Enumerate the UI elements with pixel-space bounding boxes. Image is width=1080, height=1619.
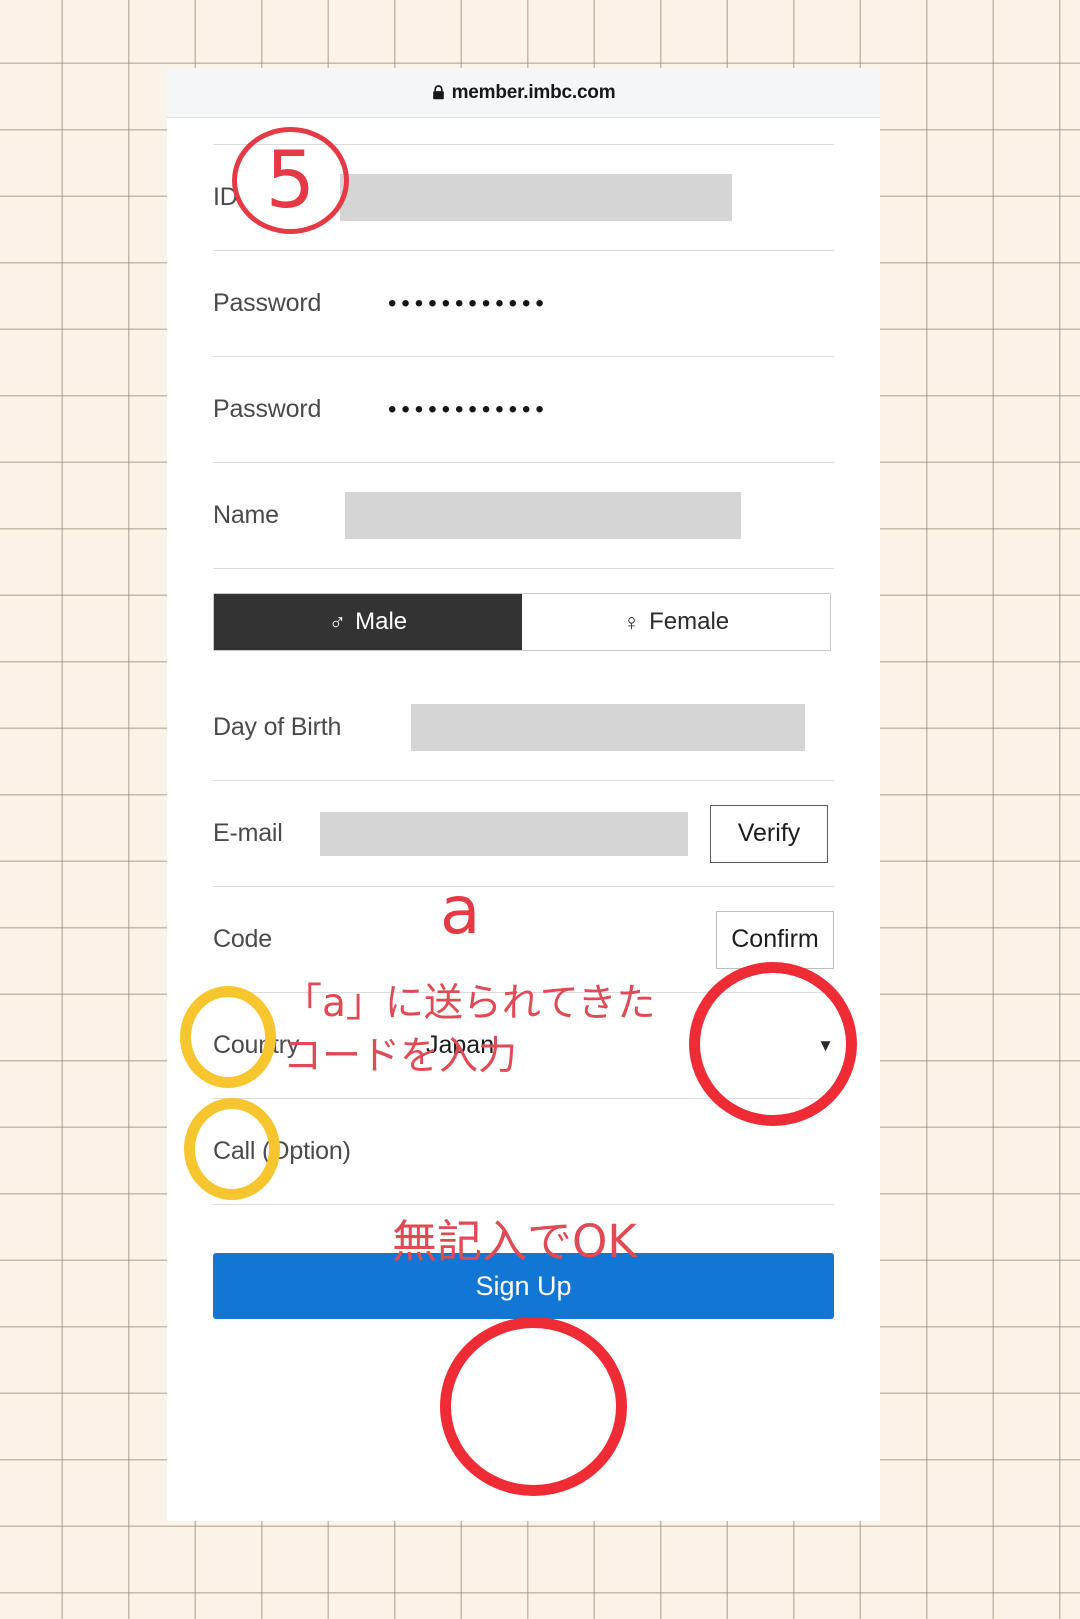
field-row-country[interactable]: Country Japan ▼ xyxy=(213,993,834,1099)
field-label-country: Country xyxy=(213,1031,300,1059)
confirm-button[interactable]: Confirm xyxy=(716,910,834,969)
gender-option-female-label: Female xyxy=(649,608,730,635)
code-input[interactable] xyxy=(388,916,710,963)
field-label-password-confirm: Password xyxy=(213,395,322,423)
call-input[interactable] xyxy=(403,1128,703,1175)
id-input[interactable] xyxy=(340,174,732,221)
field-label-email: E-mail xyxy=(213,819,283,847)
gender-option-female[interactable]: ♀ Female xyxy=(522,594,830,650)
female-symbol-icon: ♀ xyxy=(622,608,641,635)
browser-url-bar[interactable]: member.imbc.com xyxy=(167,68,880,118)
field-row-name: Name xyxy=(213,463,834,569)
gender-option-male[interactable]: ♂ Male xyxy=(214,594,522,650)
field-label-day-of-birth: Day of Birth xyxy=(213,713,342,741)
field-label-id: ID xyxy=(213,183,238,211)
browser-window-card: member.imbc.com ID Password ••••••••••••… xyxy=(167,68,880,1521)
url-text: member.imbc.com xyxy=(451,81,616,103)
country-select-value[interactable]: Japan xyxy=(426,1031,494,1060)
lock-icon xyxy=(432,85,445,100)
field-row-code: Code Confirm xyxy=(213,887,834,993)
name-input[interactable] xyxy=(345,492,741,539)
chevron-down-icon[interactable]: ▼ xyxy=(817,1036,834,1056)
field-row-id: ID xyxy=(213,145,834,251)
password-input[interactable]: •••••••••••• xyxy=(388,291,549,316)
field-label-code: Code xyxy=(213,925,272,953)
email-input[interactable] xyxy=(320,811,688,856)
signup-button-container: Sign Up xyxy=(213,1205,834,1319)
field-row-call: Call (Option) xyxy=(213,1099,834,1205)
gender-option-male-label: Male xyxy=(355,608,408,635)
field-row-password-confirm: Password •••••••••••• xyxy=(213,357,834,463)
male-symbol-icon: ♂ xyxy=(328,608,347,635)
day-of-birth-input[interactable] xyxy=(411,704,805,751)
field-label-name: Name xyxy=(213,501,279,529)
field-row-day-of-birth: Day of Birth xyxy=(213,675,834,781)
field-label-password: Password xyxy=(213,289,322,317)
signup-form-page: ID Password •••••••••••• Password ••••••… xyxy=(167,144,880,1521)
field-row-password: Password •••••••••••• xyxy=(213,251,834,357)
password-confirm-input[interactable]: •••••••••••• xyxy=(388,397,549,422)
verify-button[interactable]: Verify xyxy=(710,804,828,863)
signup-button[interactable]: Sign Up xyxy=(213,1253,834,1319)
field-label-call: Call (Option) xyxy=(213,1137,351,1165)
field-row-email: E-mail Verify xyxy=(213,781,834,887)
gender-toggle-group[interactable]: ♂ Male ♀ Female xyxy=(213,593,831,651)
field-row-gender: ♂ Male ♀ Female xyxy=(213,569,834,675)
